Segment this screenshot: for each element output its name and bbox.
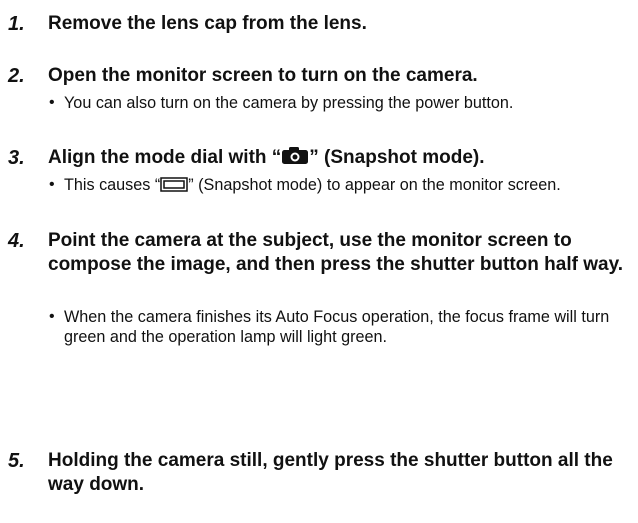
step-note-text: When the camera finishes its Auto Focus … (64, 308, 610, 346)
step-title: Open the monitor screen to turn on the c… (48, 65, 478, 86)
snapshot-mode-icon (160, 177, 189, 197)
step-title: Holding the camera still, gently press t… (48, 450, 613, 495)
step-number: 3. (8, 147, 25, 169)
step-note: • When the camera finishes its Auto Focu… (49, 307, 624, 347)
instruction-page: 1. Remove the lens cap from the lens. 2.… (0, 0, 638, 523)
step-note: • This causes “ ” (Snapshot mode) to appe… (49, 175, 624, 197)
bullet-dot: • (49, 94, 55, 111)
step-number: 1. (8, 13, 25, 35)
step-number: 2. (8, 65, 25, 87)
step-title: Align the mode dial with “ ” (Snapshot mo… (48, 146, 633, 172)
step-title: Point the camera at the subject, use the… (48, 230, 624, 275)
step-note-text: ” (Snapshot mode) to appear on the monit… (188, 176, 561, 194)
step-number: 4. (8, 230, 25, 252)
step-number: 5. (8, 450, 25, 472)
bullet-dot: • (49, 308, 55, 325)
camera-icon (281, 146, 309, 172)
step-title-text: ” (Snapshot mode). (309, 147, 485, 168)
step-note-text: You can also turn on the camera by press… (64, 94, 514, 112)
bullet-dot: • (49, 176, 55, 193)
step-note: • You can also turn on the camera by pre… (49, 93, 624, 113)
step-note-text: This causes “ (64, 176, 161, 194)
step-title-text: Align the mode dial with “ (48, 147, 282, 168)
step-title: Remove the lens cap from the lens. (48, 13, 367, 34)
